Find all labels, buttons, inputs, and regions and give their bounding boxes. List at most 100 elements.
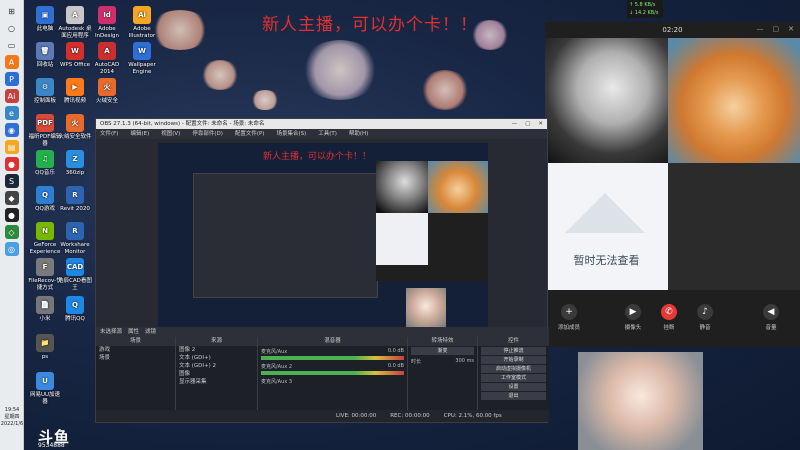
desktop-icon-label: Workshare Monitor [60,242,90,255]
menu-scene-collection[interactable]: 场景集合(S) [276,129,306,139]
mixer-row: 麦克风/Aux 2 0.0 dB [258,361,407,370]
mute-button[interactable]: ♪ 静音 [685,304,725,331]
desktop-icon[interactable]: 📁 ps [28,334,62,361]
maximize-icon[interactable]: ▢ [773,25,780,33]
add-member-button[interactable]: + 添加成员 [549,304,589,331]
duration-input[interactable]: 300 ms [455,358,474,364]
desktop-icon[interactable]: ⚙ 控制面板 [28,78,62,105]
desktop-icon[interactable]: ♫ QQ音乐 [28,150,62,177]
close-icon[interactable]: ✕ [538,119,543,129]
app-icon: Q [36,186,54,204]
desktop-icon[interactable]: R Revit 2020 [58,186,92,213]
desktop-icon[interactable]: CAD 浩辰CAD看图王 [58,258,92,292]
scene-item[interactable]: 场景 [96,354,175,362]
source-item[interactable]: 图像 [176,370,257,378]
studio-mode-button[interactable]: 工作室模式 [481,374,546,382]
desktop-icon[interactable]: W WPS Office [58,42,92,69]
no-source-selected-label: 未选择源 [100,329,123,335]
desktop-icon-label: 回收站 [36,62,54,68]
desktop-icon[interactable]: 🗑 回收站 [28,42,62,69]
menu-file[interactable]: 文件(F) [100,129,118,139]
desktop-icon[interactable]: ▣ 此电脑 [28,6,62,33]
desktop-icon[interactable]: Ai Adobe Illustrator [125,6,159,40]
scene-item[interactable]: 游戏 [96,346,175,354]
desktop-icon[interactable]: A Autodesk 桌面应用程序 [58,6,92,40]
volume-meter[interactable] [261,356,404,360]
close-icon[interactable]: ✕ [788,25,794,33]
app-icon: F [36,258,54,276]
source-item[interactable]: 图像 2 [176,346,257,354]
desktop-icon[interactable]: W Wallpaper Engine [125,42,159,76]
search-icon[interactable]: ○ [5,21,19,35]
desktop-icon[interactable]: F FileRecov-快捷方式 [28,258,62,292]
start-recording-button[interactable]: 开始录制 [481,356,546,364]
hangup-button[interactable]: ✆ 挂断 [649,304,689,331]
panel-title: 混音器 [258,337,407,346]
desktop-icon-label: 浩辰CAD看图王 [58,278,92,291]
transitions-panel: 转场特效 渐变 时长 300 ms [408,337,478,412]
duration-row: 时长 300 ms [408,356,477,365]
participant-video-unavailable[interactable]: 暂时无法查看 [545,163,668,290]
desktop-icon[interactable]: N GeForce Experience [28,222,62,256]
camera-button[interactable]: ▶ 摄像头 [613,304,653,331]
steam-icon[interactable]: S [4,174,19,188]
app-icon: ▣ [36,6,54,24]
app-icon[interactable]: Ai [4,89,19,103]
minimize-icon[interactable]: — [757,25,764,33]
filters-button[interactable]: 滤镜 [145,327,156,337]
upload-speed: ↑ 5.8 KB/s [629,2,656,8]
clock-weekday: 星期四 [4,414,20,420]
menu-help[interactable]: 帮助(H) [349,129,368,139]
source-item[interactable]: 文本 (GDI+) [176,354,257,362]
app-icon: ♫ [36,150,54,168]
taskbar: ⊞ ○ ▭ A P Ai e ◉ ▤ ● S ◆ ● ◇ ◎ 19:54 星期四… [0,0,24,450]
minimize-icon[interactable]: — [512,119,518,129]
volume-meter[interactable] [261,371,404,375]
desktop-icon[interactable]: PDF 福昕PDF编辑器 [28,114,62,148]
app-icon[interactable]: ◆ [4,191,19,205]
folder-icon[interactable]: ▤ [4,140,19,154]
virtual-camera-button[interactable]: 启动虚拟摄像机 [481,365,546,373]
taskbar-clock[interactable]: 19:54 星期四 2022/1/6 [0,407,24,428]
desktop-icon[interactable]: 火火绒安全软件 [58,114,92,141]
steam-icon[interactable]: ● [4,157,19,171]
desktop-icon[interactable]: Q 腾讯QQ [58,296,92,323]
obs-menubar: 文件(F) 编辑(E) 视图(V) 停靠部件(D) 配置文件(P) 场景集合(S… [96,129,547,139]
participant-video-dog[interactable] [668,38,800,163]
start-menu-icon[interactable]: ⊞ [5,4,19,18]
desktop-icon[interactable]: ▶ 腾讯视频 [58,78,92,105]
app-icon[interactable]: ◎ [4,242,19,256]
desktop-icon[interactable]: Q QQ游戏 [28,186,62,213]
settings-button[interactable]: 设置 [481,383,546,391]
source-item[interactable]: 显示器采集 [176,378,257,386]
menu-tools[interactable]: 工具(T) [318,129,337,139]
browser-icon[interactable]: ◉ [4,123,19,137]
exit-button[interactable]: 退出 [481,392,546,400]
menu-edit[interactable]: 编辑(E) [130,129,149,139]
menu-docks[interactable]: 停靠部件(D) [192,129,223,139]
desktop-icon[interactable]: 火火绒安全 [90,78,124,105]
source-item[interactable]: 文本 (GDI+) 2 [176,362,257,370]
properties-button[interactable]: 属性 [128,327,139,337]
obs-icon[interactable]: ● [4,208,19,222]
menu-view[interactable]: 视图(V) [161,129,180,139]
edge-icon[interactable]: e [4,106,19,120]
desktop-icon-label: Revit 2020 [60,206,90,212]
transition-select[interactable]: 渐变 [411,347,474,355]
volume-button[interactable]: ◀ 音量 [751,304,791,331]
desktop-icon[interactable]: A AutoCAD 2014 [90,42,124,76]
desktop-icon[interactable]: U 网易UU加速器 [28,372,62,406]
menu-profile[interactable]: 配置文件(P) [235,129,265,139]
participant-video-anime[interactable] [545,38,668,163]
stop-streaming-button[interactable]: 停止推流 [481,347,546,355]
task-view-icon[interactable]: ▭ [5,38,19,52]
app-icon[interactable]: ◇ [4,225,19,239]
maximize-icon[interactable]: ▢ [525,119,530,129]
desktop-icon[interactable]: Z 360zip [58,150,92,177]
desktop-icon[interactable]: 📄 小米 [28,296,62,323]
app-icon: PDF [36,114,54,132]
desktop-icon[interactable]: Id Adobe InDesign [90,6,124,40]
app-icon[interactable]: A [4,55,19,69]
app-icon[interactable]: P [4,72,19,86]
desktop-icon[interactable]: R Workshare Monitor [58,222,92,256]
